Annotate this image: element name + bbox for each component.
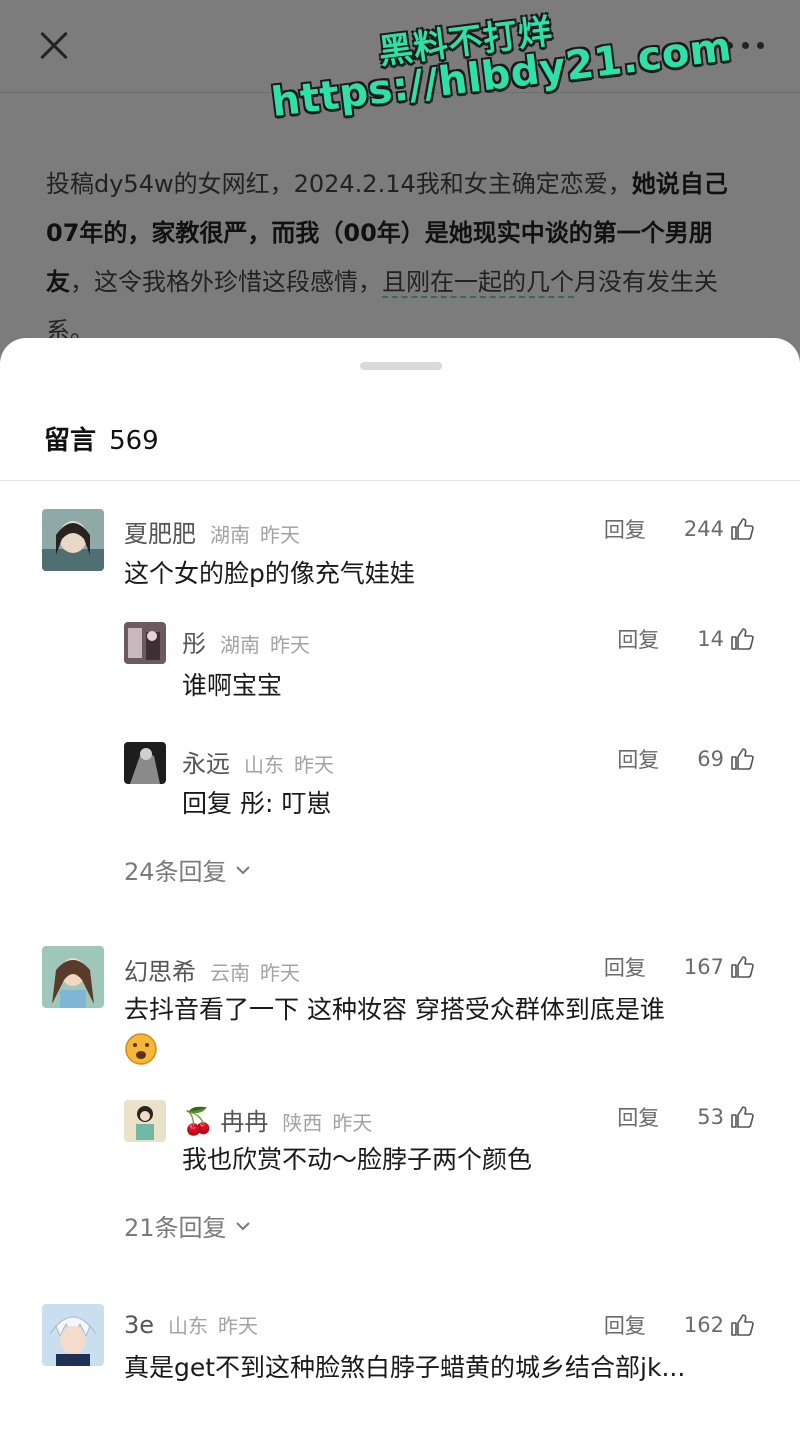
article-text-part: ，这令我格外珍惜这段感情， [70,268,382,296]
top-divider [0,92,800,93]
reply-text: 谁啊宝宝 [182,671,283,700]
username[interactable]: 3e [124,1311,154,1339]
comment-actions: 回复 167 [604,952,754,982]
location: 陕西 [282,1111,323,1135]
chevron-down-icon [235,865,250,874]
timestamp: 昨天 [332,1111,373,1135]
comment-meta: 幻思希 云南 昨天 [124,952,300,987]
sheet-divider [0,480,800,481]
reply-button[interactable]: 回复 [604,514,646,544]
more-dots-icon[interactable] [720,28,770,62]
location: 山东 [168,1314,209,1338]
avatar[interactable] [42,946,104,1008]
avatar[interactable] [42,509,104,571]
comment-sheet-title: 留言 569 [44,420,159,457]
more-replies-label: 21条回复 [124,1214,227,1242]
reply-meta: 🍒 冉冉 陕西 昨天 [182,1102,372,1137]
chevron-down-icon [235,1221,250,1230]
reply-actions: 回复 14 [617,624,754,654]
username[interactable]: 永远 [182,744,230,779]
article-text-part: 投稿dy54w的女网红，2024.2.14我和女主确定恋爱， [46,170,632,198]
username[interactable]: 夏肥肥 [124,514,196,549]
location: 云南 [210,961,250,985]
thumbs-up-icon[interactable] [730,627,754,651]
like-count: 69 [697,747,724,771]
comment-actions: 回复 244 [604,514,754,544]
timestamp: 昨天 [260,961,300,985]
comment-meta: 3e 山东 昨天 [124,1310,258,1339]
more-replies-label: 24条回复 [124,858,227,886]
thumbs-up-icon[interactable] [730,1105,754,1129]
avatar[interactable] [124,622,166,664]
article-text: 投稿dy54w的女网红，2024.2.14我和女主确定恋爱，她说自己07年的，家… [46,160,758,356]
comment-meta: 夏肥肥 湖南 昨天 [124,514,300,549]
comment-actions: 回复 162 [604,1310,754,1340]
thumbs-up-icon[interactable] [730,517,754,541]
comment-count: 569 [109,426,159,456]
timestamp: 昨天 [294,753,334,777]
reply-actions: 回复 69 [617,744,754,774]
username[interactable]: 冉冉 [220,1102,268,1137]
more-replies-link[interactable]: 24条回复 [124,852,251,887]
avatar[interactable] [42,1304,104,1366]
avatar[interactable] [124,1100,166,1142]
close-icon[interactable] [34,26,74,66]
location: 山东 [244,753,284,777]
reply-button[interactable]: 回复 [617,744,659,774]
emoji-icon [125,1033,157,1065]
comment-text: 真是get不到这种脸煞白脖子蜡黄的城乡结合部jk... [124,1353,686,1382]
top-bar [0,0,800,92]
reply-meta: 彤 湖南 昨天 [182,624,310,659]
timestamp: 昨天 [260,523,300,547]
like-count: 53 [697,1105,724,1129]
reply-button[interactable]: 回复 [617,624,659,654]
reply-button[interactable]: 回复 [604,952,646,982]
like-count: 14 [697,627,724,651]
like-count: 167 [683,955,724,979]
title-label: 留言 [44,426,97,456]
location: 湖南 [220,633,260,657]
comment-text: 这个女的脸p的像充气娃娃 [124,559,415,588]
more-replies-link[interactable]: 21条回复 [124,1208,251,1243]
timestamp: 昨天 [218,1314,259,1338]
reply-text: 回复 彤: 叮崽 [182,789,332,818]
username[interactable]: 彤 [182,624,206,659]
comment-text: 去抖音看了一下 这种妆容 穿搭受众群体到底是谁 [124,995,665,1024]
reply-text: 我也欣赏不动～脸脖子两个颜色 [182,1145,533,1174]
reply-button[interactable]: 回复 [604,1310,646,1340]
reply-button[interactable]: 回复 [617,1102,659,1132]
like-count: 244 [683,517,724,541]
article-text-highlight[interactable]: 且刚在一起的几个 [382,268,574,298]
drag-handle[interactable] [360,362,442,370]
avatar[interactable] [124,742,166,784]
reply-meta: 永远 山东 昨天 [182,744,334,779]
username[interactable]: 幻思希 [124,952,196,987]
cherry-icon: 🍒 [182,1107,215,1137]
like-count: 162 [683,1313,724,1337]
location: 湖南 [210,523,250,547]
comment-sheet: 留言 569 夏肥肥 湖南 昨天 回复 244 这个女的脸p的像充气娃娃 彤 湖… [0,338,800,1446]
reply-actions: 回复 53 [617,1102,754,1132]
timestamp: 昨天 [270,633,310,657]
thumbs-up-icon[interactable] [730,747,754,771]
thumbs-up-icon[interactable] [730,955,754,979]
thumbs-up-icon[interactable] [730,1313,754,1337]
